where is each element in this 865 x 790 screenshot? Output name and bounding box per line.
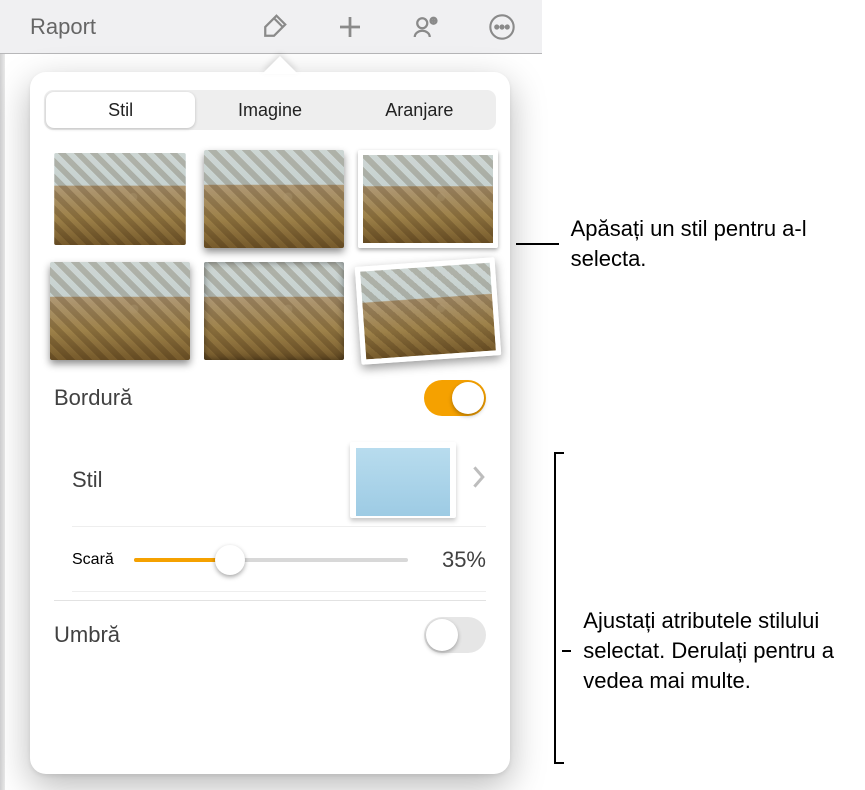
scale-slider[interactable]	[134, 558, 408, 562]
popover-arrow	[262, 56, 298, 74]
style-thumbnails	[44, 148, 496, 364]
scale-value: 35%	[428, 547, 486, 573]
tab-aranjare[interactable]: Aranjare	[345, 92, 494, 128]
callout-top: Apăsați un stil pentru a-l selecta.	[571, 214, 865, 274]
style-thumb-4[interactable]	[50, 262, 190, 360]
tab-label: Aranjare	[385, 100, 453, 121]
panel-left-edge	[0, 0, 5, 790]
document-title: Raport	[30, 14, 96, 40]
border-subgroup: Stil Scară 35%	[44, 428, 496, 592]
shadow-row: Umbră	[44, 601, 496, 653]
border-toggle[interactable]	[424, 380, 486, 416]
tab-label: Stil	[108, 100, 133, 121]
plus-icon[interactable]	[334, 11, 366, 43]
tab-label: Imagine	[238, 100, 302, 121]
style-thumb-6[interactable]	[355, 257, 501, 365]
style-thumb-3[interactable]	[358, 150, 498, 248]
callout-bottom: Ajustați atributele stilului selectat. D…	[583, 606, 865, 696]
callout-line	[562, 650, 571, 652]
style-thumb-2[interactable]	[204, 150, 344, 248]
more-icon[interactable]	[486, 11, 518, 43]
border-label: Bordură	[54, 385, 132, 411]
scale-label: Scară	[72, 551, 114, 569]
top-toolbar: Raport	[0, 0, 542, 54]
shadow-toggle[interactable]	[424, 617, 486, 653]
brush-icon[interactable]	[258, 11, 290, 43]
border-row: Bordură	[44, 364, 496, 428]
callout-line	[516, 243, 559, 245]
border-style-label: Stil	[72, 467, 103, 493]
style-thumb-1[interactable]	[50, 150, 190, 248]
tab-imagine[interactable]: Imagine	[195, 92, 344, 128]
tab-segmented-control: Stil Imagine Aranjare	[44, 90, 496, 130]
border-style-row[interactable]: Stil	[72, 428, 486, 527]
collaborate-icon[interactable]	[410, 11, 442, 43]
shadow-label: Umbră	[54, 622, 120, 648]
format-popover: Stil Imagine Aranjare Bordură Stil	[30, 72, 510, 774]
border-style-swatch	[350, 442, 456, 518]
chevron-right-icon	[470, 464, 486, 496]
style-thumb-5[interactable]	[204, 262, 344, 360]
tab-stil[interactable]: Stil	[46, 92, 195, 128]
scale-row: Scară 35%	[72, 527, 486, 592]
